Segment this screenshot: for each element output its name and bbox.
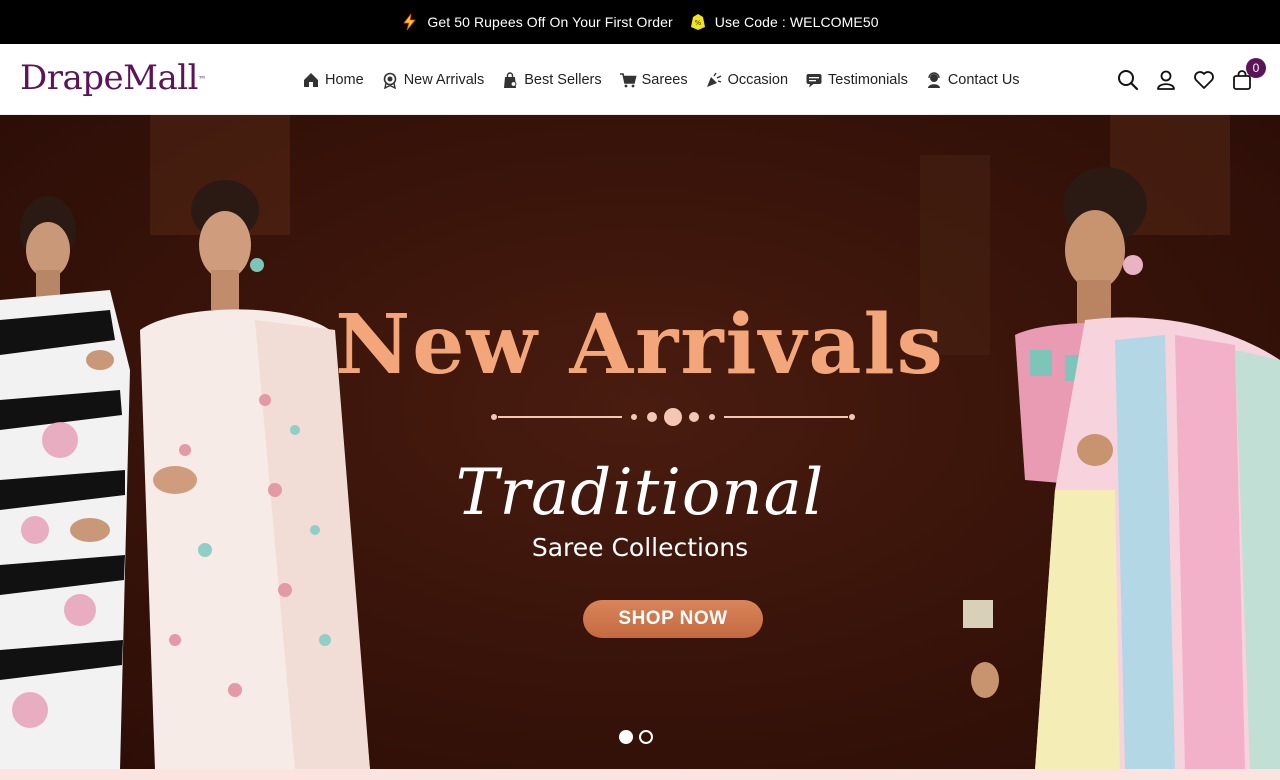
nav-contact-us[interactable]: Contact Us <box>925 71 1020 89</box>
user-icon <box>1157 70 1175 90</box>
nav-new-arrivals[interactable]: New Arrivals <box>381 71 485 89</box>
promo-offer-text: Get 50 Rupees Off On Your First Order <box>427 14 673 30</box>
promo-code: % Use Code : WELCOME50 <box>689 13 879 31</box>
coupon-tag-icon: % <box>689 13 707 31</box>
lightning-icon <box>401 13 419 31</box>
home-icon <box>304 72 318 87</box>
hero-title: New Arrivals <box>335 297 945 393</box>
brand-mark: ™ <box>198 75 206 84</box>
wishlist-button[interactable] <box>1192 68 1216 92</box>
cart-button[interactable]: 0 <box>1230 57 1266 92</box>
cart-count-badge: 0 <box>1246 57 1266 78</box>
nav-sarees[interactable]: Sarees <box>619 71 688 89</box>
search-button[interactable] <box>1116 68 1140 92</box>
svg-text:%: % <box>694 19 701 27</box>
hero-subtitle: Saree Collections <box>531 533 749 562</box>
nav-testimonials[interactable]: Testimonials <box>805 71 908 89</box>
award-badge-icon <box>383 72 396 89</box>
carousel-dots <box>619 730 659 744</box>
site-header: DrapeMall™ Home New Arrivals Best Seller… <box>0 44 1280 115</box>
main-nav: Home New Arrivals Best Sellers Sarees Oc… <box>302 44 1037 115</box>
heart-icon <box>1194 70 1214 89</box>
nav-home[interactable]: Home <box>302 71 364 89</box>
hero-script-heading: Traditional <box>455 456 825 530</box>
nav-home-label: Home <box>325 71 364 88</box>
promo-code-text: Use Code : WELCOME50 <box>714 14 879 30</box>
promo-offer: Get 50 Rupees Off On Your First Order <box>401 13 673 31</box>
nav-contact-us-label: Contact Us <box>947 71 1020 88</box>
header-actions: 0 <box>1102 44 1266 115</box>
account-button[interactable] <box>1154 68 1178 92</box>
search-icon <box>1118 69 1139 90</box>
carousel-dot-2[interactable] <box>639 730 653 744</box>
nav-occasion-label: Occasion <box>727 71 789 88</box>
nav-occasion[interactable]: Occasion <box>705 71 788 89</box>
nav-new-arrivals-label: New Arrivals <box>403 71 485 88</box>
cart-icon <box>619 72 637 87</box>
promo-bar: Get 50 Rupees Off On Your First Order % … <box>0 0 1280 44</box>
hero-divider-ornament <box>491 408 855 426</box>
party-popper-icon <box>706 72 721 87</box>
shopping-bag-star-icon <box>504 71 517 88</box>
support-agent-icon <box>927 71 940 88</box>
nav-best-sellers-label: Best Sellers <box>524 71 602 88</box>
chat-bubble-icon <box>806 73 822 87</box>
next-section-edge <box>0 769 1280 780</box>
brand-logo[interactable]: DrapeMall™ <box>20 58 206 98</box>
carousel-dot-1[interactable] <box>619 730 633 744</box>
nav-best-sellers[interactable]: Best Sellers <box>501 71 602 89</box>
brand-name: DrapeMall <box>20 58 199 98</box>
nav-sarees-label: Sarees <box>641 71 688 88</box>
hero-banner[interactable]: New Arrivals Traditional Saree Collectio… <box>0 115 1280 769</box>
nav-testimonials-label: Testimonials <box>828 71 908 88</box>
shop-now-button[interactable]: SHOP NOW <box>583 600 763 638</box>
